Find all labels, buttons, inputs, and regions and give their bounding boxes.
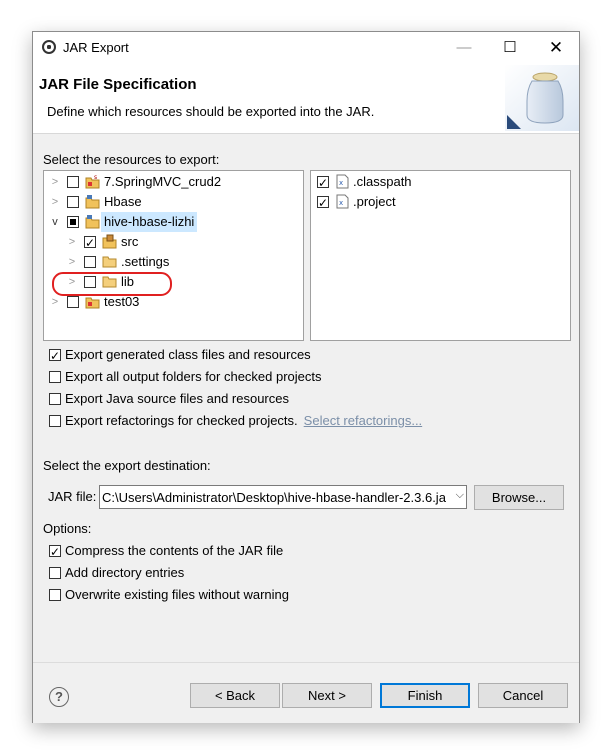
options-label: Options: — [43, 521, 92, 536]
tree-item-label: .settings — [121, 254, 170, 269]
checkbox[interactable] — [67, 216, 79, 228]
page-description: Define which resources should be exporte… — [47, 104, 375, 119]
checkbox[interactable] — [317, 193, 329, 213]
checkbox[interactable] — [49, 346, 61, 366]
jar-export-dialog: JAR Export — ☐ ✕ JAR File Specification … — [32, 31, 580, 723]
file-list[interactable]: x .classpath x .project — [310, 170, 571, 341]
folder-icon — [102, 256, 117, 268]
svg-text:s: s — [94, 174, 97, 181]
option-label: Export refactorings for checked projects… — [65, 413, 298, 428]
close-button[interactable]: ✕ — [533, 32, 579, 63]
chevron-down-icon[interactable]: ⌵ — [456, 489, 464, 502]
jar-file-input[interactable] — [102, 488, 448, 506]
eclipse-app-icon — [42, 40, 56, 54]
resources-label: Select the resources to export: — [43, 152, 220, 167]
xml-file-icon: x — [336, 174, 349, 189]
tree-item-label: 7.SpringMVC_crud2 — [104, 174, 222, 189]
wizard-banner: JAR File Specification Define which reso… — [33, 63, 579, 134]
minimize-button[interactable]: — — [441, 32, 487, 63]
chevron-down-icon[interactable]: v — [50, 212, 60, 232]
title-bar: JAR Export — ☐ ✕ — [33, 32, 579, 63]
cancel-button[interactable]: Cancel — [478, 683, 568, 708]
help-icon[interactable]: ? — [49, 687, 69, 707]
tree-item-label: hive-hbase-lizhi — [101, 212, 198, 232]
window-title: JAR Export — [63, 40, 129, 55]
checkbox[interactable] — [49, 542, 61, 562]
checkbox[interactable] — [49, 567, 61, 579]
chevron-right-icon[interactable]: > — [50, 192, 60, 212]
svg-text:x: x — [339, 199, 343, 207]
option-label: Export all output folders for checked pr… — [65, 369, 322, 384]
chevron-right-icon[interactable]: > — [67, 232, 77, 252]
project-error-icon — [85, 297, 100, 309]
checkbox[interactable] — [67, 296, 79, 308]
file-item-label: .classpath — [353, 174, 412, 189]
checkbox[interactable] — [84, 256, 96, 268]
maximize-button[interactable]: ☐ — [487, 32, 533, 63]
project-tree[interactable]: > s 7.SpringMVC_crud2 > Hbase v hive-hba… — [43, 170, 304, 341]
finish-button[interactable]: Finish — [380, 683, 470, 708]
checkbox[interactable] — [49, 415, 61, 427]
project-icon — [85, 215, 100, 229]
back-button[interactable]: < Back — [190, 683, 280, 708]
option-label: Overwrite existing files without warning — [65, 587, 289, 602]
checkbox[interactable] — [67, 196, 79, 208]
highlight-annotation — [52, 272, 172, 296]
jar-file-label: JAR file: — [48, 489, 97, 504]
checkbox[interactable] — [49, 371, 61, 383]
destination-label: Select the export destination: — [43, 458, 211, 473]
chevron-right-icon[interactable]: > — [67, 252, 77, 272]
option-label: Export Java source files and resources — [65, 391, 289, 406]
checkbox[interactable] — [317, 173, 329, 193]
checkbox[interactable] — [49, 393, 61, 405]
jar-wizard-icon — [505, 65, 579, 131]
checkbox[interactable] — [49, 589, 61, 601]
jar-file-combo[interactable]: ⌵ — [99, 485, 467, 509]
chevron-right-icon[interactable]: > — [50, 172, 60, 192]
file-item-label: .project — [353, 194, 396, 209]
package-folder-icon — [102, 234, 117, 249]
xml-file-icon: x — [336, 194, 349, 209]
checkbox[interactable] — [67, 176, 79, 188]
option-label: Compress the contents of the JAR file — [65, 543, 284, 558]
page-title: JAR File Specification — [39, 76, 197, 93]
select-refactorings-link[interactable]: Select refactorings... — [304, 413, 423, 428]
next-button[interactable]: Next > — [282, 683, 372, 708]
tree-item-label: src — [121, 234, 139, 249]
svg-text:x: x — [339, 179, 343, 187]
checkbox[interactable] — [84, 233, 96, 253]
browse-button[interactable]: Browse... — [474, 485, 564, 510]
option-label: Export generated class files and resourc… — [65, 347, 311, 362]
option-label: Add directory entries — [65, 565, 185, 580]
button-bar: ? < Back Next > Finish Cancel — [33, 662, 579, 723]
project-icon — [85, 195, 100, 209]
tree-item-label: Hbase — [104, 194, 142, 209]
option-label-row: Export refactorings for checked projects… — [65, 411, 422, 431]
project-error-icon: s — [85, 174, 100, 189]
